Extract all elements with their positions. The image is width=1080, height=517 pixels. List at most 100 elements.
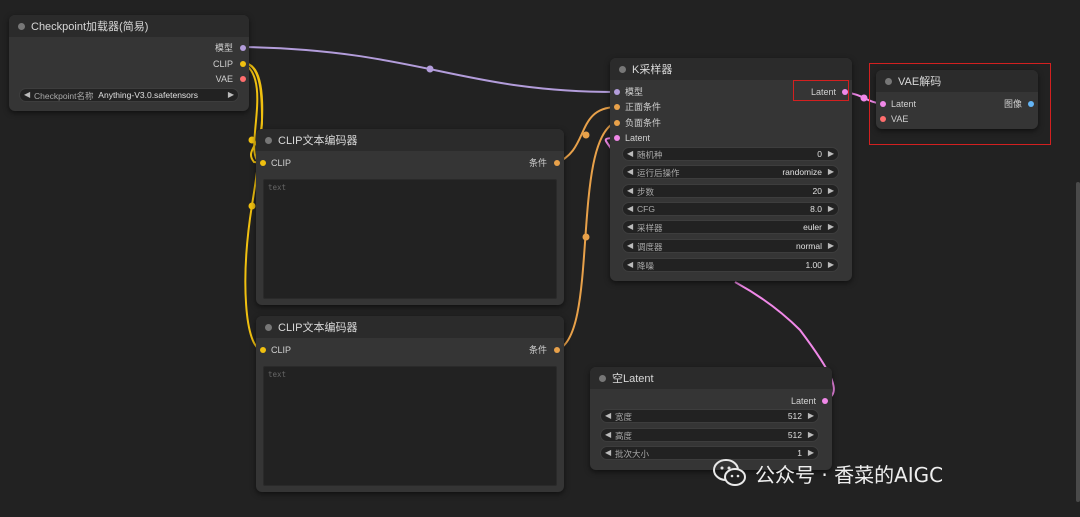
- input-negative-label: 负面条件: [625, 118, 662, 128]
- output-clip[interactable]: CLIP: [213, 58, 233, 70]
- node-title-bar[interactable]: Checkpoint加载器(简易): [9, 15, 249, 37]
- checkpoint-title: Checkpoint加载器(简易): [31, 21, 149, 33]
- empty-latent-node[interactable]: 空Latent Latent ◀ 宽度 512 ▶ ◀ 高度 512 ▶ ◀ 批…: [590, 367, 832, 470]
- widget-value: Anything-V3.0.safetensors: [98, 90, 198, 100]
- output-latent-label: Latent: [790, 396, 816, 406]
- node-collapse-dot-icon[interactable]: [619, 66, 626, 73]
- output-latent-dot-icon[interactable]: [822, 398, 828, 404]
- widget-scheduler[interactable]: ◀ 调度器 normal ▶: [622, 239, 839, 253]
- output-clip-dot-icon[interactable]: [240, 61, 246, 67]
- widget-sampler[interactable]: ◀ 采样器 euler ▶: [622, 220, 839, 234]
- increment-arrow-icon[interactable]: ▶: [828, 260, 834, 269]
- clip-text-encoder-node-1[interactable]: CLIP文本编码器 CLIP 条件 text: [256, 129, 564, 305]
- widget-label: 宽度: [615, 412, 633, 422]
- wire-model: [242, 46, 617, 93]
- increment-arrow-icon[interactable]: ▶: [828, 241, 834, 250]
- input-latent-dot-icon[interactable]: [614, 135, 620, 141]
- prompt-textarea[interactable]: text: [263, 366, 557, 486]
- node-collapse-dot-icon[interactable]: [265, 324, 272, 331]
- decrement-arrow-icon[interactable]: ◀: [627, 241, 633, 250]
- widget-label: 随机种: [637, 150, 663, 160]
- widget-value: 8.0: [810, 204, 822, 214]
- input-model-dot-icon[interactable]: [614, 89, 620, 95]
- prompt-textarea[interactable]: text: [263, 179, 557, 299]
- increment-arrow-icon[interactable]: ▶: [828, 186, 834, 195]
- vae-decode-title: VAE解码: [898, 76, 942, 88]
- empty-latent-title: 空Latent: [612, 373, 654, 385]
- wire-clip-1-midpoint: [248, 136, 256, 144]
- decrement-arrow-icon[interactable]: ◀: [24, 90, 30, 99]
- node-collapse-dot-icon[interactable]: [885, 78, 892, 85]
- output-vae-dot-icon[interactable]: [240, 76, 246, 82]
- decrement-arrow-icon[interactable]: ◀: [627, 260, 633, 269]
- output-model-dot-icon[interactable]: [240, 45, 246, 51]
- checkpoint-loader-node[interactable]: Checkpoint加载器(简易) 模型 CLIP VAE ◀ Checkpoi…: [9, 15, 249, 111]
- increment-arrow-icon[interactable]: ▶: [828, 204, 834, 213]
- node-title-bar[interactable]: K采样器: [610, 58, 852, 80]
- output-vae-label: VAE: [215, 74, 233, 84]
- widget-seed[interactable]: ◀ 随机种 0 ▶: [622, 147, 839, 161]
- wire-latent-out-midpoint: [860, 94, 868, 102]
- decrement-arrow-icon[interactable]: ◀: [627, 186, 633, 195]
- increment-arrow-icon[interactable]: ▶: [228, 90, 234, 99]
- input-vae-label: VAE: [891, 114, 909, 124]
- widget-control-after-generate[interactable]: ◀ 运行后操作 randomize ▶: [622, 165, 839, 179]
- input-latent-label: Latent: [625, 133, 651, 143]
- increment-arrow-icon[interactable]: ▶: [828, 149, 834, 158]
- ksampler-title: K采样器: [632, 64, 673, 76]
- output-conditioning-dot-icon[interactable]: [554, 160, 560, 166]
- widget-value: 512: [787, 430, 802, 440]
- node-title-bar[interactable]: CLIP文本编码器: [256, 316, 564, 338]
- widget-width[interactable]: ◀ 宽度 512 ▶: [600, 409, 819, 423]
- increment-arrow-icon[interactable]: ▶: [828, 167, 834, 176]
- output-conditioning-dot-icon[interactable]: [554, 347, 560, 353]
- clip1-title: CLIP文本编码器: [278, 135, 358, 147]
- widget-value: euler: [803, 222, 822, 232]
- output-conditioning-label: 条件: [528, 345, 547, 355]
- widget-height[interactable]: ◀ 高度 512 ▶: [600, 428, 819, 442]
- node-title-bar[interactable]: CLIP文本编码器: [256, 129, 564, 151]
- node-title-bar[interactable]: VAE解码: [876, 70, 1038, 92]
- input-latent-dot-icon[interactable]: [880, 101, 886, 107]
- decrement-arrow-icon[interactable]: ◀: [627, 222, 633, 231]
- vae-decode-node[interactable]: VAE解码 Latent VAE 图像: [876, 70, 1038, 129]
- input-negative-dot-icon[interactable]: [614, 120, 620, 126]
- clip-text-encoder-node-2[interactable]: CLIP文本编码器 CLIP 条件 text: [256, 316, 564, 492]
- decrement-arrow-icon[interactable]: ◀: [605, 411, 611, 420]
- output-image-dot-icon[interactable]: [1028, 101, 1034, 107]
- increment-arrow-icon[interactable]: ▶: [808, 448, 814, 457]
- node-collapse-dot-icon[interactable]: [265, 137, 272, 144]
- output-conditioning-label: 条件: [528, 158, 547, 168]
- widget-denoise[interactable]: ◀ 降噪 1.00 ▶: [622, 258, 839, 272]
- ksampler-node[interactable]: K采样器 模型 正面条件 负面条件 Latent Latent ◀ 随机种 0 …: [610, 58, 852, 281]
- canvas-scrollbar[interactable]: [1076, 182, 1080, 502]
- increment-arrow-icon[interactable]: ▶: [828, 222, 834, 231]
- increment-arrow-icon[interactable]: ▶: [808, 430, 814, 439]
- checkpoint-name-widget[interactable]: ◀ Checkpoint名称 Anything-V3.0.safetensors…: [19, 88, 239, 102]
- input-clip-dot-icon[interactable]: [260, 347, 266, 353]
- wire-positive: [555, 106, 617, 164]
- input-vae-dot-icon[interactable]: [880, 116, 886, 122]
- node-collapse-dot-icon[interactable]: [599, 375, 606, 382]
- decrement-arrow-icon[interactable]: ◀: [627, 149, 633, 158]
- decrement-arrow-icon[interactable]: ◀: [605, 448, 611, 457]
- decrement-arrow-icon[interactable]: ◀: [627, 204, 633, 213]
- input-clip-label: CLIP: [271, 345, 292, 355]
- input-clip-dot-icon[interactable]: [260, 160, 266, 166]
- output-vae[interactable]: VAE: [216, 73, 233, 85]
- widget-label: 高度: [615, 431, 633, 441]
- decrement-arrow-icon[interactable]: ◀: [627, 167, 633, 176]
- node-title-bar[interactable]: 空Latent: [590, 367, 832, 389]
- wire-model-midpoint: [426, 65, 434, 73]
- widget-cfg[interactable]: ◀ CFG 8.0 ▶: [622, 202, 839, 216]
- decrement-arrow-icon[interactable]: ◀: [605, 430, 611, 439]
- widget-value: 20: [812, 186, 822, 196]
- output-model[interactable]: 模型: [215, 42, 233, 54]
- widget-steps[interactable]: ◀ 步数 20 ▶: [622, 184, 839, 198]
- input-positive-dot-icon[interactable]: [614, 104, 620, 110]
- widget-label: 降噪: [637, 261, 655, 271]
- node-collapse-dot-icon[interactable]: [18, 23, 25, 30]
- output-latent-dot-icon[interactable]: [842, 89, 848, 95]
- increment-arrow-icon[interactable]: ▶: [808, 411, 814, 420]
- widget-label: Checkpoint名称: [34, 91, 94, 101]
